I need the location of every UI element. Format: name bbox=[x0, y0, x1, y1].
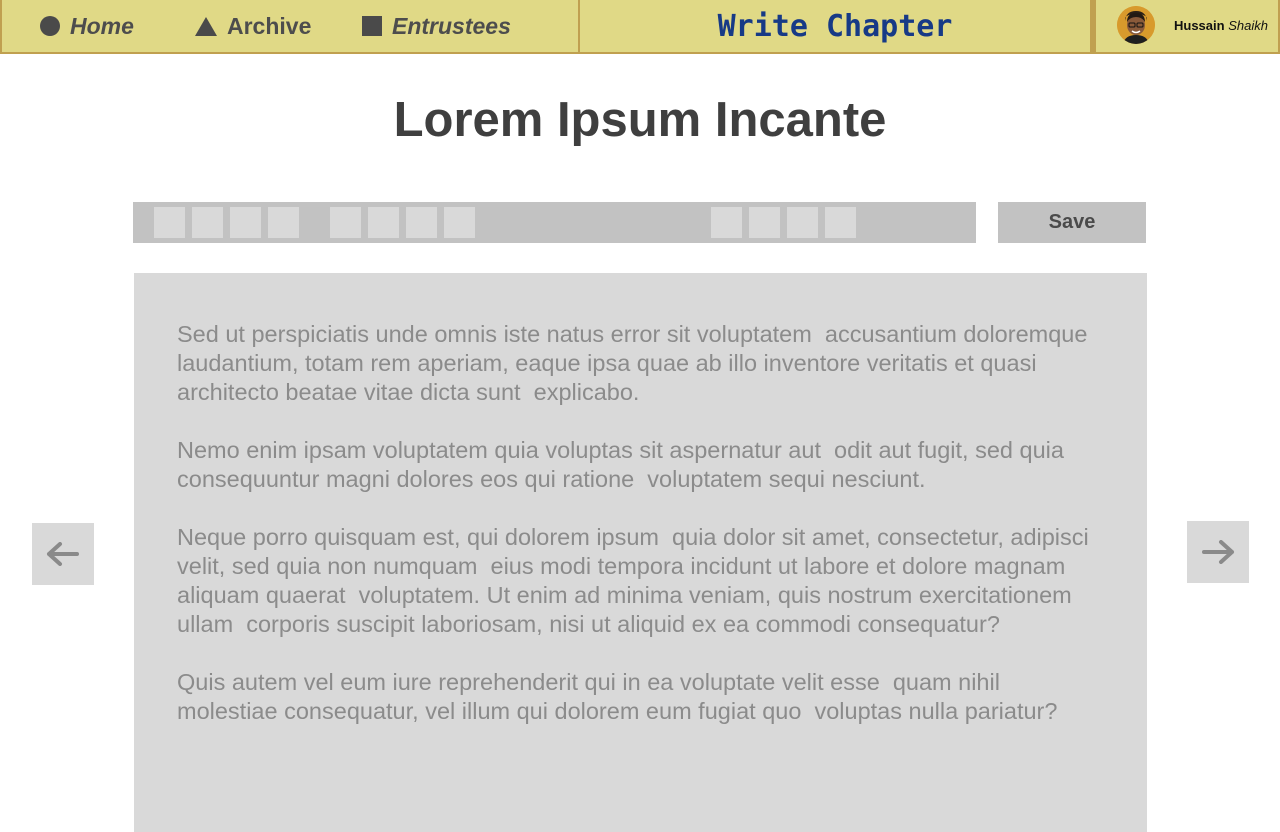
section-title: Write Chapter bbox=[717, 8, 953, 44]
user-name: Hussain Shaikh bbox=[1174, 18, 1268, 33]
nav-entrustees-link[interactable]: Entrustees bbox=[362, 10, 511, 42]
nav-home-label: Home bbox=[70, 12, 134, 39]
user-profile[interactable]: Hussain Shaikh bbox=[1096, 0, 1280, 52]
toolbar-button-5[interactable] bbox=[330, 207, 361, 238]
arrow-left-icon bbox=[47, 542, 79, 566]
arrow-right-icon bbox=[1202, 540, 1234, 564]
toolbar-button-3[interactable] bbox=[230, 207, 261, 238]
nav-home-link[interactable]: Home bbox=[40, 10, 134, 42]
nav-archive-label: Archive bbox=[227, 12, 312, 39]
user-first-name: Hussain bbox=[1174, 18, 1225, 33]
editor-paragraph[interactable]: Quis autem vel eum iure reprehenderit qu… bbox=[177, 668, 1104, 726]
editor-paragraph[interactable]: Nemo enim ipsam voluptatem quia voluptas… bbox=[177, 436, 1104, 494]
previous-chapter-button[interactable] bbox=[32, 523, 94, 585]
toolbar-button-7[interactable] bbox=[406, 207, 437, 238]
toolbar-button-2[interactable] bbox=[192, 207, 223, 238]
editor-paragraph[interactable]: Neque porro quisquam est, qui dolorem ip… bbox=[177, 523, 1104, 639]
formatting-toolbar bbox=[133, 202, 976, 243]
toolbar-button-9[interactable] bbox=[711, 207, 742, 238]
toolbar-button-8[interactable] bbox=[444, 207, 475, 238]
top-nav-bar: Home Archive Entrustees Write Chapter Hu… bbox=[0, 0, 1280, 54]
toolbar-button-1[interactable] bbox=[154, 207, 185, 238]
editor-paragraph[interactable]: Sed ut perspiciatis unde omnis iste natu… bbox=[177, 320, 1104, 407]
toolbar-button-10[interactable] bbox=[749, 207, 780, 238]
nav-links: Home Archive Entrustees bbox=[2, 0, 580, 52]
nav-entrustees-label: Entrustees bbox=[392, 12, 511, 39]
save-button[interactable]: Save bbox=[998, 202, 1146, 243]
chapter-editor[interactable]: Sed ut perspiciatis unde omnis iste natu… bbox=[134, 273, 1147, 832]
toolbar-button-12[interactable] bbox=[825, 207, 856, 238]
next-chapter-button[interactable] bbox=[1187, 521, 1249, 583]
page-title: Lorem Ipsum Incante bbox=[393, 93, 887, 147]
toolbar-button-11[interactable] bbox=[787, 207, 818, 238]
nav-archive-link[interactable]: Archive bbox=[195, 10, 311, 42]
avatar[interactable] bbox=[1117, 6, 1155, 44]
user-last-name: Shaikh bbox=[1228, 18, 1268, 33]
square-icon bbox=[362, 16, 382, 36]
toolbar-button-6[interactable] bbox=[368, 207, 399, 238]
circle-icon bbox=[40, 16, 60, 36]
toolbar-button-4[interactable] bbox=[268, 207, 299, 238]
triangle-icon bbox=[195, 16, 217, 36]
